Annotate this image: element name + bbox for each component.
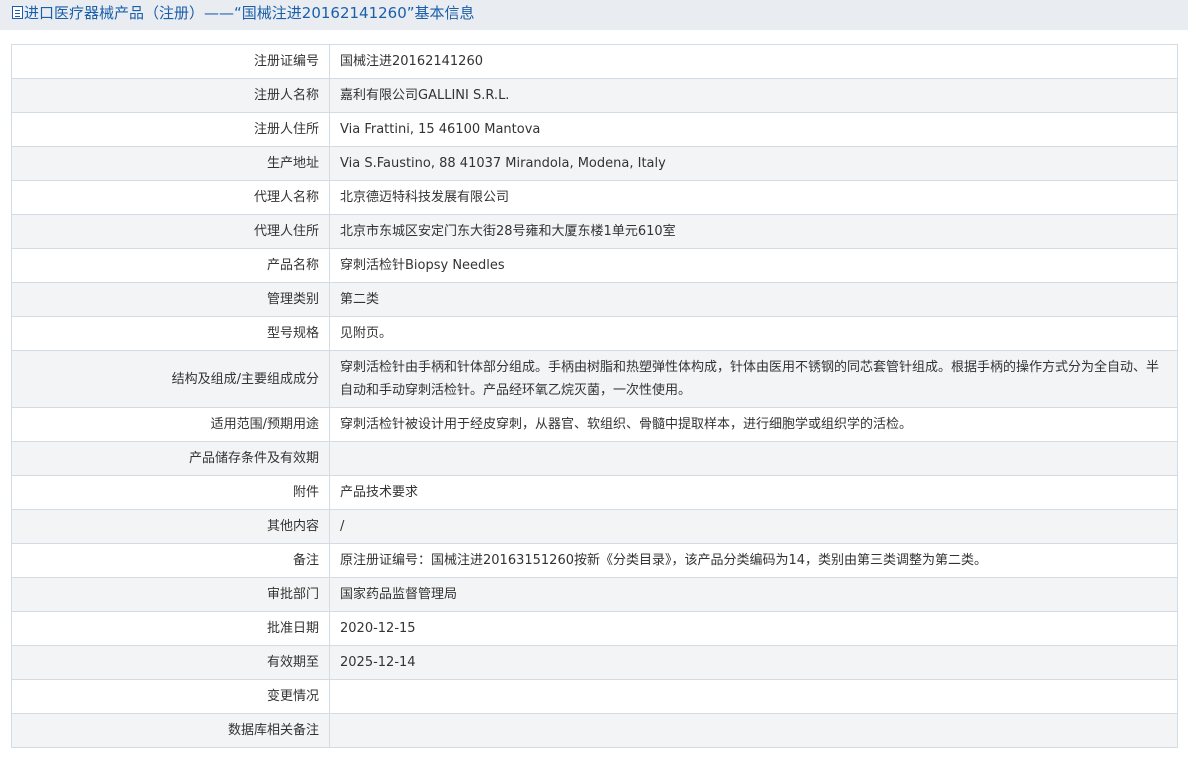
field-label: 附件: [11, 475, 330, 510]
field-label: 型号规格: [11, 316, 330, 351]
field-label: 其他内容: [11, 509, 330, 544]
document-icon: [12, 6, 23, 19]
page-title: 进口医疗器械产品（注册）——“国械注进20162141260”基本信息: [24, 4, 475, 22]
field-label: 适用范围/预期用途: [11, 407, 330, 442]
field-label: 代理人住所: [11, 214, 330, 249]
table-row: 注册证编号 国械注进20162141260: [11, 44, 1178, 79]
table-row: 审批部门 国家药品监督管理局: [11, 577, 1178, 612]
detail-table-container: 注册证编号 国械注进20162141260 注册人名称 嘉利有限公司GALLIN…: [11, 44, 1178, 748]
table-row: 产品储存条件及有效期: [11, 441, 1178, 476]
field-label: 产品名称: [11, 248, 330, 283]
field-value: 国家药品监督管理局: [329, 577, 1178, 612]
table-row: 注册人名称 嘉利有限公司GALLINI S.R.L.: [11, 78, 1178, 113]
field-label: 注册证编号: [11, 44, 330, 79]
field-label: 有效期至: [11, 645, 330, 680]
table-row: 附件 产品技术要求: [11, 475, 1178, 510]
table-row: 生产地址 Via S.Faustino, 88 41037 Mirandola,…: [11, 146, 1178, 181]
field-label: 批准日期: [11, 611, 330, 646]
field-value: 产品技术要求: [329, 475, 1178, 510]
field-label: 注册人住所: [11, 112, 330, 147]
field-value: 见附页。: [329, 316, 1178, 351]
table-row: 管理类别 第二类: [11, 282, 1178, 317]
field-label: 代理人名称: [11, 180, 330, 215]
field-value: Via S.Faustino, 88 41037 Mirandola, Mode…: [329, 146, 1178, 181]
field-label: 数据库相关备注: [11, 713, 330, 748]
table-row: 型号规格 见附页。: [11, 316, 1178, 351]
field-value: 北京德迈特科技发展有限公司: [329, 180, 1178, 215]
field-value: 穿刺活检针由手柄和针体部分组成。手柄由树脂和热塑弹性体构成，针体由医用不锈钢的同…: [329, 350, 1178, 408]
field-value: Via Frattini, 15 46100 Mantova: [329, 112, 1178, 147]
field-label: 变更情况: [11, 679, 330, 714]
table-row: 注册人住所 Via Frattini, 15 46100 Mantova: [11, 112, 1178, 147]
table-row: 其他内容 /: [11, 509, 1178, 544]
field-label: 审批部门: [11, 577, 330, 612]
field-value: /: [329, 509, 1178, 544]
field-value: 2020-12-15: [329, 611, 1178, 646]
field-value: [329, 713, 1178, 748]
table-row: 备注 原注册证编号：国械注进20163151260按新《分类目录》，该产品分类编…: [11, 543, 1178, 578]
field-label: 管理类别: [11, 282, 330, 317]
field-label: 注册人名称: [11, 78, 330, 113]
table-row: 有效期至 2025-12-14: [11, 645, 1178, 680]
field-label: 结构及组成/主要组成成分: [11, 350, 330, 408]
field-label: 备注: [11, 543, 330, 578]
table-row: 代理人住所 北京市东城区安定门东大街28号雍和大厦东楼1单元610室: [11, 214, 1178, 249]
field-label: 生产地址: [11, 146, 330, 181]
field-value: 穿刺活检针被设计用于经皮穿刺，从器官、软组织、骨髓中提取样本，进行细胞学或组织学…: [329, 407, 1178, 442]
table-row: 代理人名称 北京德迈特科技发展有限公司: [11, 180, 1178, 215]
field-label: 产品储存条件及有效期: [11, 441, 330, 476]
field-value: [329, 679, 1178, 714]
page-header: 进口医疗器械产品（注册）——“国械注进20162141260”基本信息: [0, 0, 1188, 30]
table-row: 数据库相关备注: [11, 713, 1178, 748]
table-row: 适用范围/预期用途 穿刺活检针被设计用于经皮穿刺，从器官、软组织、骨髓中提取样本…: [11, 407, 1178, 442]
table-row: 结构及组成/主要组成成分 穿刺活检针由手柄和针体部分组成。手柄由树脂和热塑弹性体…: [11, 350, 1178, 408]
table-row: 批准日期 2020-12-15: [11, 611, 1178, 646]
field-value: 北京市东城区安定门东大街28号雍和大厦东楼1单元610室: [329, 214, 1178, 249]
field-value: 穿刺活检针Biopsy Needles: [329, 248, 1178, 283]
field-value: 2025-12-14: [329, 645, 1178, 680]
detail-table: 注册证编号 国械注进20162141260 注册人名称 嘉利有限公司GALLIN…: [11, 44, 1178, 748]
table-row: 产品名称 穿刺活检针Biopsy Needles: [11, 248, 1178, 283]
field-value: 国械注进20162141260: [329, 44, 1178, 79]
field-value: 嘉利有限公司GALLINI S.R.L.: [329, 78, 1178, 113]
field-value: 第二类: [329, 282, 1178, 317]
table-row: 变更情况: [11, 679, 1178, 714]
field-value: [329, 441, 1178, 476]
field-value: 原注册证编号：国械注进20163151260按新《分类目录》，该产品分类编码为1…: [329, 543, 1178, 578]
